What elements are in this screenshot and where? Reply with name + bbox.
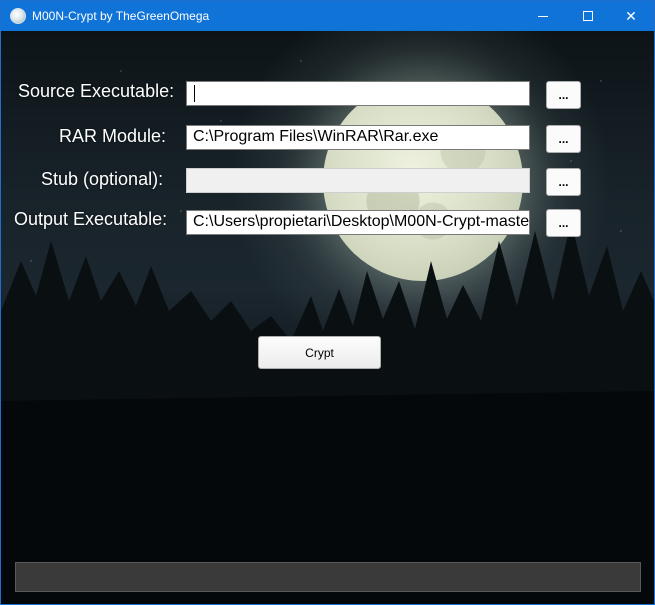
browse-source-button[interactable]: ...	[546, 81, 581, 109]
rar-module-value: C:\Program Files\WinRAR\Rar.exe	[193, 128, 439, 145]
source-executable-label: Source Executable:	[18, 81, 175, 101]
minimize-icon	[538, 15, 548, 17]
progress-bar	[15, 562, 641, 592]
maximize-icon	[583, 11, 593, 21]
output-executable-label: Output Executable:	[14, 209, 168, 229]
background-tree-silhouettes	[1, 221, 654, 604]
minimize-button[interactable]	[520, 1, 566, 31]
title-bar[interactable]: M00N-Crypt by TheGreenOmega ✕	[1, 1, 654, 31]
app-window: M00N-Crypt by TheGreenOmega ✕ Source Exe…	[0, 0, 655, 605]
rar-module-label: RAR Module:	[59, 126, 167, 146]
close-button[interactable]: ✕	[608, 1, 654, 31]
rar-module-input[interactable]: C:\Program Files\WinRAR\Rar.exe	[186, 125, 530, 150]
window-title: M00N-Crypt by TheGreenOmega	[32, 9, 210, 23]
browse-rar-button[interactable]: ...	[546, 125, 581, 153]
crypt-button[interactable]: Crypt	[258, 336, 381, 369]
browse-output-button[interactable]: ...	[546, 209, 581, 237]
output-executable-input[interactable]: C:\Users\propietari\Desktop\M00N-Crypt-m…	[186, 210, 530, 235]
stub-input[interactable]	[186, 168, 530, 193]
moon-app-icon	[10, 8, 26, 24]
browse-stub-button[interactable]: ...	[546, 168, 581, 196]
output-executable-value: C:\Users\propietari\Desktop\M00N-Crypt-m…	[193, 213, 530, 230]
background-moon-forest	[1, 31, 654, 604]
close-icon: ✕	[625, 7, 637, 24]
stub-label: Stub (optional):	[41, 169, 164, 189]
source-executable-input[interactable]	[186, 81, 530, 106]
text-caret	[194, 85, 195, 102]
maximize-button[interactable]	[565, 1, 611, 31]
